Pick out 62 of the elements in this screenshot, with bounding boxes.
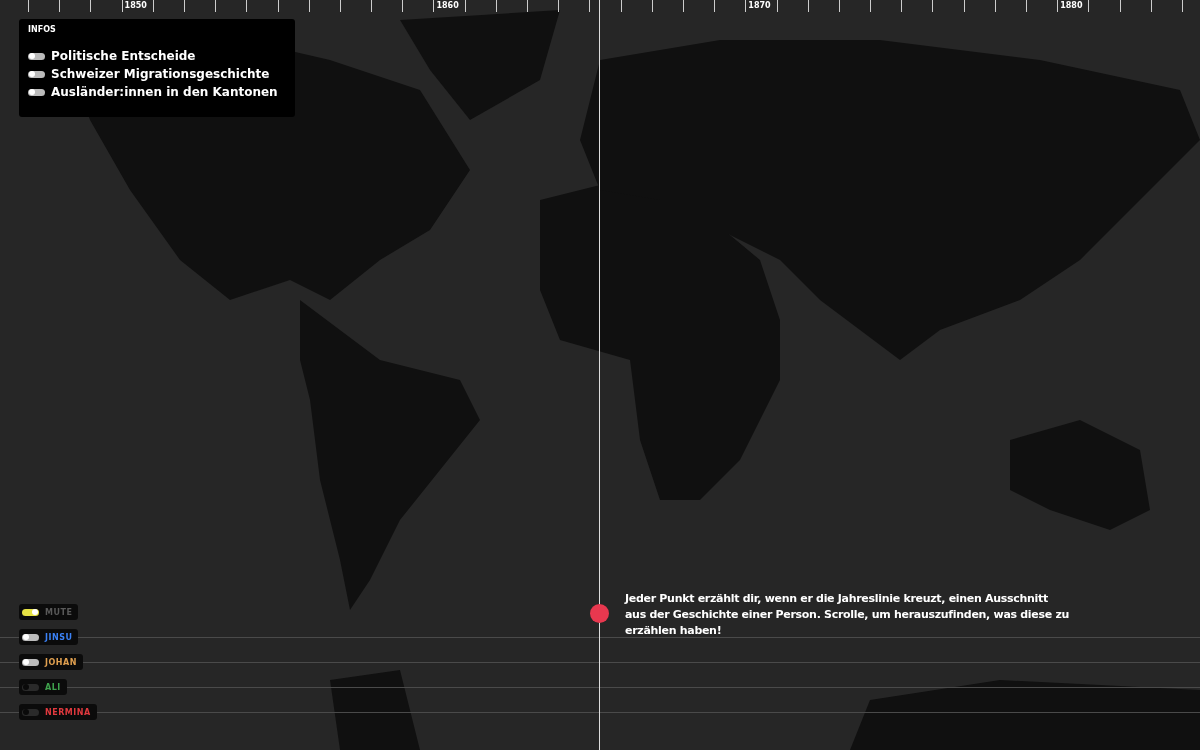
tick-mark bbox=[1150, 0, 1152, 12]
tick-mark bbox=[371, 0, 373, 12]
tick-mark bbox=[651, 0, 653, 12]
tick-mark bbox=[1026, 0, 1027, 12]
tick-mark bbox=[527, 0, 528, 12]
layer-label: Schweizer Migrationsgeschichte bbox=[51, 67, 270, 81]
tick-mark bbox=[121, 0, 123, 12]
tick-mark bbox=[495, 0, 497, 12]
person-dot bbox=[590, 604, 609, 623]
mute-control[interactable]: MUTE bbox=[19, 604, 79, 620]
person-name: ALI bbox=[45, 682, 61, 692]
tick-mark bbox=[682, 0, 684, 12]
tick-mark bbox=[1181, 0, 1183, 12]
tick-mark bbox=[59, 0, 61, 12]
tick-mark bbox=[901, 0, 903, 12]
tick-mark bbox=[558, 0, 560, 12]
tick-mark bbox=[714, 0, 716, 12]
tick-mark bbox=[838, 0, 840, 12]
toggle-switch[interactable] bbox=[22, 633, 39, 641]
toggle-switch[interactable] bbox=[22, 658, 39, 666]
tick-mark bbox=[246, 0, 248, 12]
tick-mark bbox=[1088, 0, 1090, 12]
tick-mark bbox=[870, 0, 872, 12]
year-label: 1850 bbox=[124, 1, 147, 10]
tick-mark bbox=[215, 0, 217, 12]
person-name: JOHAN bbox=[45, 657, 77, 667]
tick-mark bbox=[339, 0, 341, 12]
tick-mark bbox=[994, 0, 996, 12]
tick-mark bbox=[308, 0, 310, 12]
toggle-switch[interactable] bbox=[28, 70, 45, 78]
person-name: NERMINA bbox=[45, 707, 91, 717]
tick-mark bbox=[433, 0, 435, 12]
infos-title: INFOS bbox=[28, 25, 57, 34]
tick-mark bbox=[776, 0, 778, 12]
tick-mark bbox=[745, 0, 747, 12]
tick-mark bbox=[963, 0, 965, 12]
tick-mark bbox=[90, 0, 92, 12]
toggle-switch[interactable] bbox=[28, 52, 45, 60]
tick-mark bbox=[620, 0, 622, 12]
tick-mark bbox=[277, 0, 279, 12]
tick-mark bbox=[402, 0, 404, 12]
toggle-switch[interactable] bbox=[28, 88, 45, 96]
layer-label: Ausländer:innen in den Kantonen bbox=[51, 85, 278, 99]
intro-text: Jeder Punkt erzählt dir, wenn er die Jahreslinie kreuzt, einen Ausschnitt aus der Geschichte einer Person. Scrolle, um herauszufinden, was diese zu erzählen haben! bbox=[625, 591, 1070, 639]
tick-mark bbox=[932, 0, 934, 12]
tick-mark bbox=[152, 0, 154, 12]
person-name: JINSU bbox=[45, 632, 73, 642]
tick-mark bbox=[183, 0, 185, 12]
year-label: 1880 bbox=[1060, 1, 1083, 10]
person-control[interactable]: JINSU bbox=[19, 629, 79, 645]
tick-mark bbox=[1057, 0, 1059, 12]
tick-mark bbox=[464, 0, 466, 12]
toggle-switch[interactable] bbox=[22, 608, 39, 616]
year-label: 1860 bbox=[436, 1, 459, 10]
tick-mark bbox=[1119, 0, 1121, 12]
mute-label: MUTE bbox=[45, 607, 73, 617]
layer-label: Politische Entscheide bbox=[51, 49, 196, 63]
tick-mark bbox=[807, 0, 809, 12]
tick-mark bbox=[28, 0, 29, 12]
year-label: 1870 bbox=[748, 1, 771, 10]
person-control[interactable]: JOHAN bbox=[19, 654, 83, 670]
tick-mark bbox=[589, 0, 591, 12]
